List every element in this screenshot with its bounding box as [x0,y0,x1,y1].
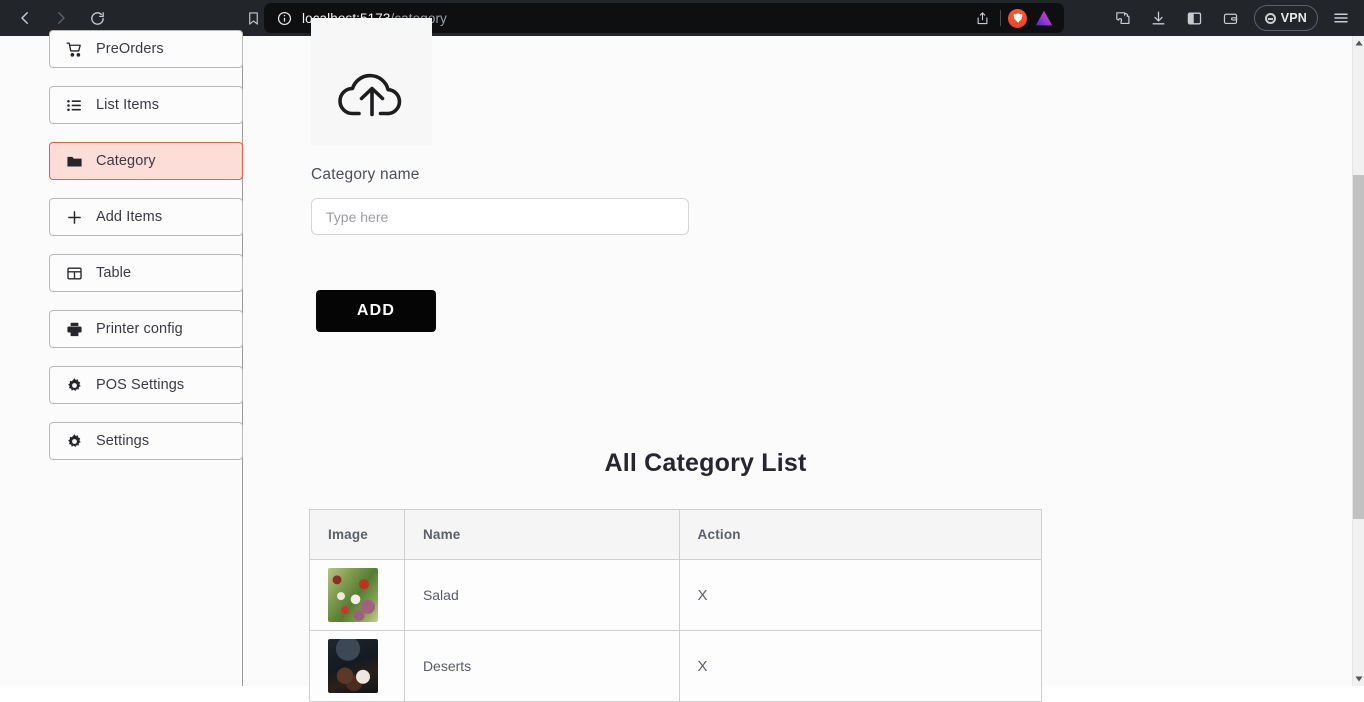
site-info-icon[interactable] [274,8,294,28]
category-name-input[interactable] [311,198,689,235]
cell-action: X [678,559,1043,631]
sidebar-item-label: POS Settings [96,377,185,393]
sidebar-item-pos-settings[interactable]: POS Settings [49,366,243,404]
browser-toolbar-actions: VPN [1106,3,1358,33]
sidebar-item-label: Settings [96,433,150,449]
image-upload-dropzone[interactable] [311,18,432,146]
vpn-label: VPN [1280,11,1307,25]
vpn-toggle[interactable]: VPN [1253,5,1318,31]
table-icon [66,265,83,282]
sidebar-item-add-items[interactable]: Add Items [49,198,243,236]
table-body: Salad X Deserts X [309,559,1043,702]
sidebar-item-label: Table [96,265,132,281]
sidebar-item-category[interactable]: Category [49,142,243,180]
delete-category-button[interactable]: X [698,658,708,675]
dessert-thumbnail [328,639,378,693]
sidebar-item-list-items[interactable]: List Items [49,86,243,124]
forward-button[interactable] [44,3,78,33]
sidebar-item-printer-config[interactable]: Printer config [49,310,243,348]
category-table: Image Name Action Salad X Deserts X [309,509,1043,702]
reload-button[interactable] [80,3,114,33]
sidebar-item-preorders[interactable]: PreOrders [49,30,243,68]
url-bar-actions [971,7,1056,29]
cell-image [309,559,405,631]
cell-action: X [678,630,1043,702]
plus-icon [66,209,83,226]
leo-ai-icon[interactable] [1034,9,1054,27]
sidebar-toggle-icon[interactable] [1178,3,1212,33]
app-sidebar: PreOrders List Items Category Add Items [0,30,243,686]
back-button[interactable] [8,3,42,33]
cell-name: Salad [403,559,680,631]
gear-icon [66,433,83,450]
column-header-image: Image [309,509,405,560]
column-header-action: Action [678,509,1043,560]
table-header: Image Name Action [309,509,1043,560]
sidebar-item-label: Category [96,153,156,169]
brave-shields-icon[interactable] [1008,8,1027,28]
column-header-name: Name [403,509,680,560]
toolbar-divider [1000,10,1001,26]
sidebar-item-label: Add Items [96,209,163,225]
navigation-buttons [0,3,114,33]
cell-name: Deserts [403,630,680,702]
shopping-cart-icon [66,41,83,58]
table-row: Salad X [309,559,1043,631]
extensions-icon[interactable] [1106,3,1140,33]
page-content: PreOrders List Items Category Add Items [0,18,1352,702]
salad-thumbnail [328,568,378,622]
sidebar-item-label: PreOrders [96,41,164,57]
cloud-upload-icon [335,65,409,128]
vpn-status-icon [1264,12,1276,24]
table-row: Deserts X [309,630,1043,702]
scroll-up-icon[interactable] [1353,36,1364,50]
gear-icon [66,377,83,394]
delete-category-button[interactable]: X [698,587,708,604]
scrollbar-thumb[interactable] [1353,175,1364,519]
wallet-icon[interactable] [1214,3,1248,33]
table-header-row: Image Name Action [309,509,1043,560]
sidebar-item-settings[interactable]: Settings [49,422,243,460]
folder-icon [66,153,83,170]
sidebar-item-table[interactable]: Table [49,254,243,292]
page-scrollbar[interactable] [1352,36,1364,686]
main-content: Category name ADD All Category List Imag… [243,18,1352,702]
sidebar-item-label: Printer config [96,321,183,337]
share-icon[interactable] [971,7,993,29]
scroll-down-icon[interactable] [1353,672,1364,686]
printer-icon [66,321,83,338]
cell-image [309,630,405,702]
menu-icon[interactable] [1324,3,1358,33]
page-title: All Category List [604,449,807,477]
list-icon [66,97,83,114]
category-name-label: Category name [311,166,420,183]
downloads-icon[interactable] [1142,3,1176,33]
add-button[interactable]: ADD [316,290,436,332]
sidebar-item-label: List Items [96,97,160,113]
